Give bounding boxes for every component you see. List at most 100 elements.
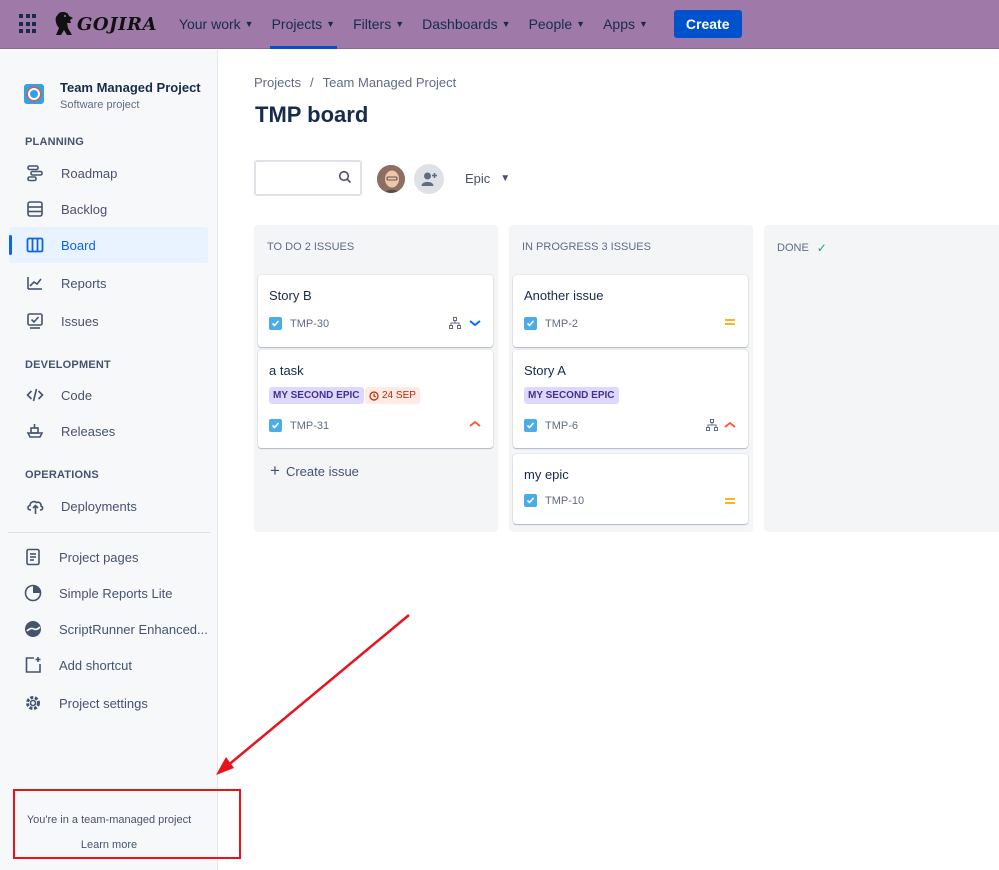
epic-filter-dropdown[interactable]: Epic ▼ bbox=[465, 171, 510, 186]
breadcrumb-separator: / bbox=[309, 75, 314, 90]
task-checkbox-icon bbox=[524, 317, 537, 330]
priority-low-icon bbox=[469, 318, 481, 328]
chevron-down-icon: ▼ bbox=[501, 19, 511, 29]
godzilla-logo-icon bbox=[55, 12, 73, 35]
avatar bbox=[377, 165, 405, 193]
issue-title: my epic bbox=[524, 467, 569, 482]
column-header: DONE ✓ bbox=[777, 241, 827, 255]
issue-title: a task bbox=[269, 363, 304, 378]
logo-text: GOJIRA bbox=[77, 13, 157, 35]
sidebar-item-label: Reports bbox=[61, 275, 107, 291]
create-issue-label: Create issue bbox=[285, 463, 359, 479]
checkmark-icon: ✓ bbox=[816, 241, 827, 255]
site-logo[interactable]: GOJIRA bbox=[53, 9, 157, 39]
card-icons bbox=[469, 419, 481, 429]
sidebar-item-label: Backlog bbox=[61, 201, 108, 217]
issue-card[interactable]: my epic TMP-10 bbox=[513, 454, 748, 524]
create-button[interactable]: Create bbox=[673, 10, 742, 38]
nav-filters[interactable]: Filters ▼ bbox=[347, 0, 410, 49]
sidebar-item-label: ScriptRunner Enhanced... bbox=[59, 621, 208, 637]
issue-title: Story B bbox=[269, 288, 312, 303]
breadcrumb-project[interactable]: Team Managed Project bbox=[323, 75, 457, 90]
nav-people-label: People bbox=[528, 16, 573, 32]
sidebar-item-issues[interactable]: Issues bbox=[9, 303, 208, 339]
backlog-icon bbox=[25, 199, 45, 219]
board-icon bbox=[25, 235, 45, 255]
sidebar-item-simple-reports[interactable]: Simple Reports Lite bbox=[9, 575, 208, 611]
epic-filter-label: Epic bbox=[465, 171, 491, 186]
issue-key-label: TMP-6 bbox=[545, 419, 578, 432]
card-icons bbox=[724, 496, 736, 506]
chevron-down-icon: ▼ bbox=[395, 19, 405, 29]
nav-your-work[interactable]: Your work ▼ bbox=[173, 0, 260, 49]
epic-lozenge: MY SECOND EPIC bbox=[269, 387, 364, 404]
sidebar-divider bbox=[8, 532, 210, 533]
nav-people[interactable]: People ▼ bbox=[523, 0, 592, 49]
sidebar-item-roadmap[interactable]: Roadmap bbox=[9, 155, 208, 191]
sidebar-item-reports[interactable]: Reports bbox=[9, 265, 208, 301]
development-heading: DEVELOPMENT bbox=[25, 359, 111, 371]
chevron-down-icon: ▼ bbox=[576, 19, 586, 29]
breadcrumb-projects[interactable]: Projects bbox=[254, 75, 301, 90]
sidebar-item-releases[interactable]: Releases bbox=[9, 413, 208, 449]
issue-card[interactable]: Story A MY SECOND EPIC TMP-6 bbox=[513, 350, 748, 448]
sidebar-item-backlog[interactable]: Backlog bbox=[9, 191, 208, 227]
page-title: TMP board bbox=[255, 102, 369, 127]
column-title: TO DO 2 ISSUES bbox=[267, 241, 355, 253]
chevron-down-icon: ▼ bbox=[500, 173, 511, 184]
sidebar-item-project-pages[interactable]: Project pages bbox=[9, 539, 208, 575]
task-checkbox-icon bbox=[524, 494, 537, 507]
sidebar-item-label: Code bbox=[61, 387, 93, 403]
user-avatar-filter[interactable] bbox=[376, 164, 406, 194]
pie-chart-icon bbox=[23, 583, 43, 603]
sidebar-item-label: Simple Reports Lite bbox=[59, 585, 173, 601]
issue-card[interactable]: Story B TMP-30 bbox=[258, 275, 493, 347]
nav-your-work-label: Your work bbox=[178, 16, 241, 32]
roadmap-icon bbox=[25, 163, 45, 183]
due-date-label: 24 SEP bbox=[382, 390, 416, 401]
gear-icon bbox=[23, 693, 43, 713]
issue-key: TMP-2 bbox=[524, 317, 578, 330]
add-people-button[interactable] bbox=[414, 164, 444, 194]
sidebar-item-code[interactable]: Code bbox=[9, 377, 208, 413]
project-avatar bbox=[24, 84, 44, 104]
issue-key-label: TMP-2 bbox=[545, 317, 578, 330]
task-checkbox-icon bbox=[269, 317, 282, 330]
sidebar-item-label: Issues bbox=[61, 313, 99, 329]
sidebar-item-project-settings[interactable]: Project settings bbox=[9, 685, 208, 721]
issue-key: TMP-10 bbox=[524, 494, 584, 507]
issue-key-label: TMP-10 bbox=[545, 494, 585, 507]
project-sidebar: Team Managed Project Software project PL… bbox=[0, 50, 241, 870]
sidebar-item-label: Releases bbox=[61, 423, 116, 439]
app-switcher-icon[interactable] bbox=[19, 14, 39, 34]
issue-card[interactable]: Another issue TMP-2 bbox=[513, 275, 748, 347]
sidebar-item-board[interactable]: Board bbox=[9, 227, 208, 263]
code-icon bbox=[25, 385, 45, 405]
highlight-box bbox=[13, 789, 241, 859]
issue-card[interactable]: a task MY SECOND EPIC 24 SEP TMP-31 bbox=[258, 350, 493, 448]
sidebar-item-scriptrunner[interactable]: ScriptRunner Enhanced... bbox=[9, 611, 208, 647]
nav-dashboards[interactable]: Dashboards ▼ bbox=[416, 0, 516, 49]
sidebar-item-deployments[interactable]: Deployments bbox=[9, 488, 208, 524]
sidebar-item-label: Project pages bbox=[59, 549, 139, 565]
board-search-input[interactable] bbox=[254, 160, 362, 196]
task-checkbox-icon bbox=[269, 419, 282, 432]
sidebar-item-label: Add shortcut bbox=[59, 657, 132, 673]
nav-apps[interactable]: Apps ▼ bbox=[597, 0, 654, 49]
project-type: Software project bbox=[60, 99, 140, 111]
board-column-todo: TO DO 2 ISSUES Story B TMP-30 a task MY … bbox=[254, 225, 498, 532]
hierarchy-icon bbox=[706, 419, 718, 431]
project-header[interactable]: Team Managed Project Software project bbox=[24, 80, 201, 111]
sidebar-item-add-shortcut[interactable]: Add shortcut bbox=[9, 647, 208, 683]
issue-key: TMP-30 bbox=[269, 317, 329, 330]
issue-key-label: TMP-30 bbox=[290, 317, 330, 330]
nav-projects[interactable]: Projects ▼ bbox=[266, 0, 342, 49]
nav-filters-label: Filters bbox=[353, 16, 392, 32]
priority-medium-icon bbox=[724, 317, 736, 327]
column-header: TO DO 2 ISSUES bbox=[267, 241, 354, 253]
create-issue-button[interactable]: + Create issue bbox=[270, 461, 359, 481]
column-title: DONE bbox=[777, 242, 809, 254]
sidebar-item-label: Deployments bbox=[61, 498, 137, 514]
task-checkbox-icon bbox=[524, 419, 537, 432]
priority-high-icon bbox=[469, 419, 481, 429]
